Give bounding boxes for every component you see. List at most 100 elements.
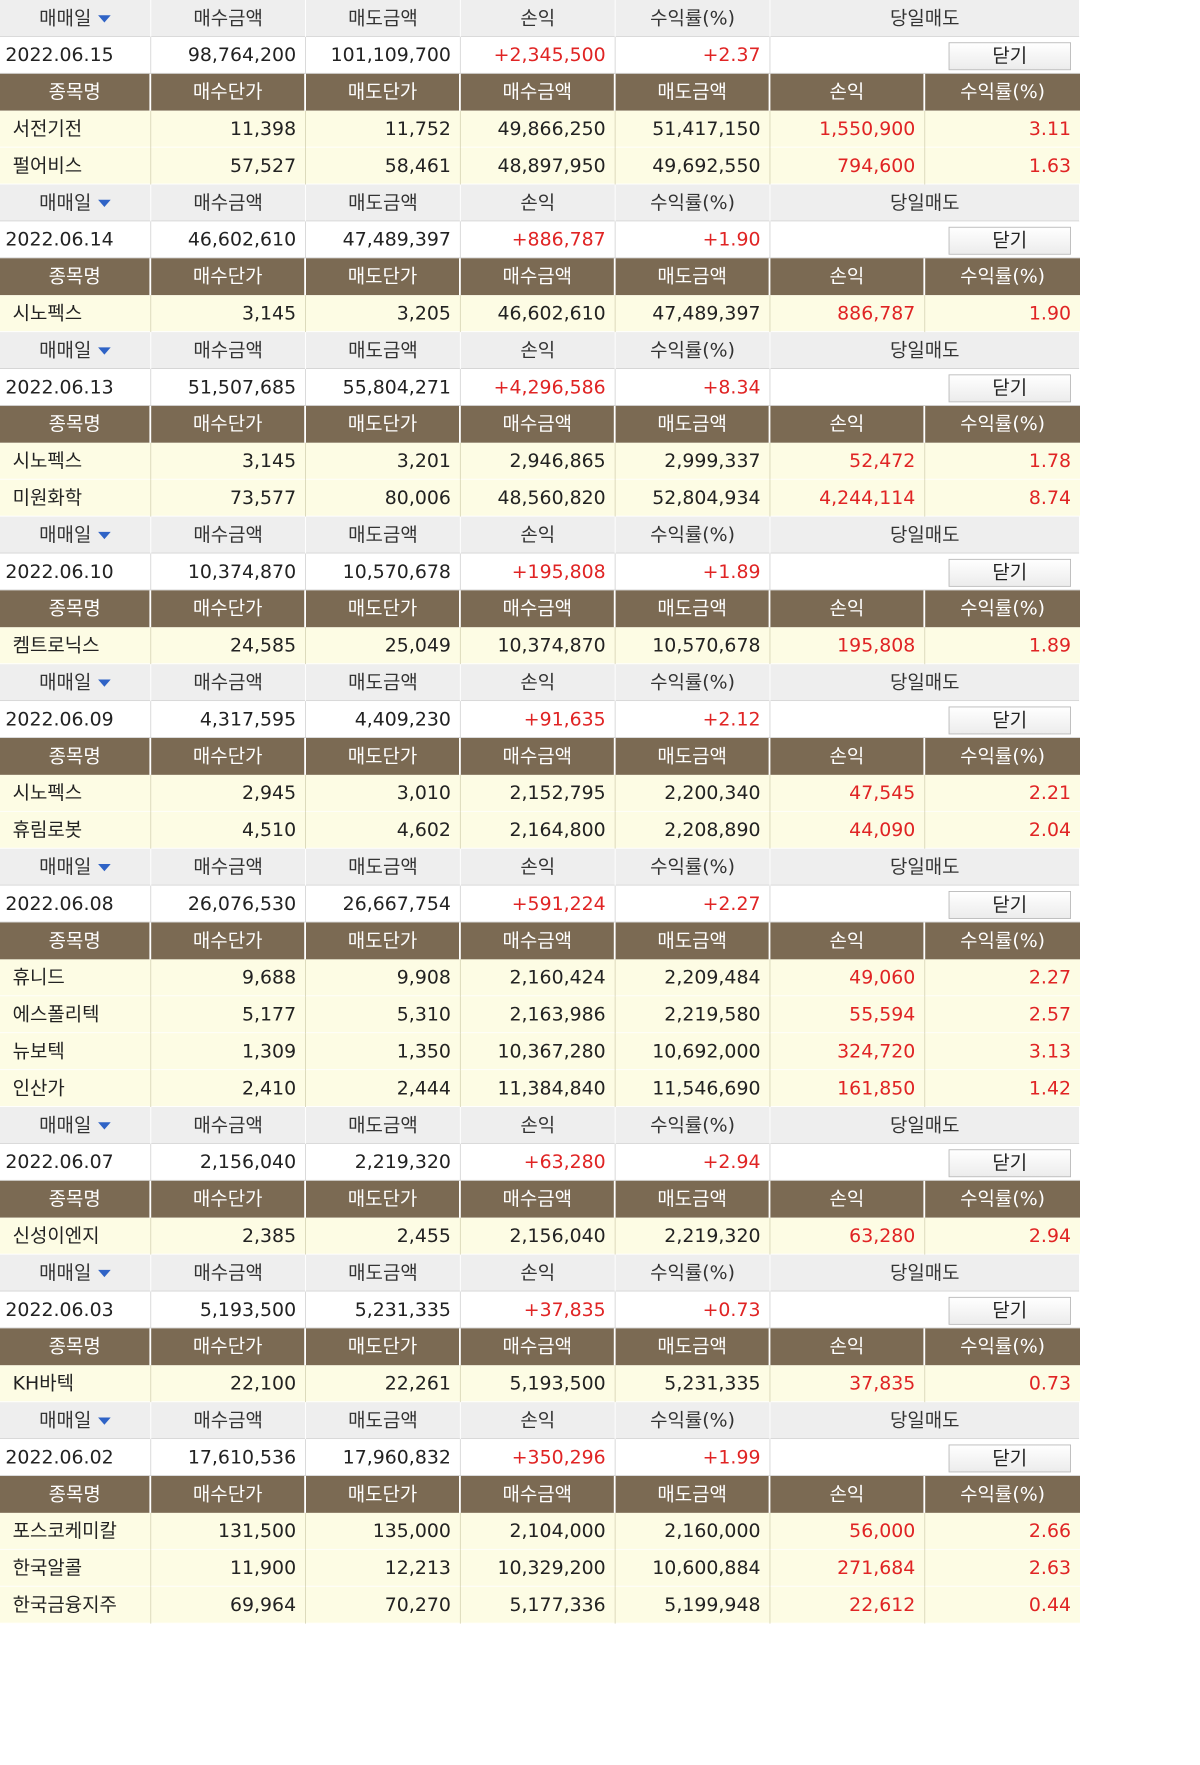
day-rate: +2.27 [616,885,771,923]
buy-amount-header: 매수금액 [151,1254,306,1292]
chevron-down-icon[interactable] [98,1122,112,1130]
item-header-pnl: 손익 [770,738,926,775]
chevron-down-icon[interactable] [98,199,112,207]
item-header-rate: 수익률(%) [960,1188,1046,1210]
stock-sell-price: 58,461 [306,147,461,185]
date-sort-header[interactable]: 매매일 [0,0,152,37]
same-day-sell-header: 당일매도 [770,848,1080,886]
rate-header: 수익률(%) [616,184,771,222]
chevron-down-icon[interactable] [98,15,112,23]
stock-buy-amount: 10,367,280 [461,1033,616,1071]
stock-row[interactable]: 휴니드 9,688 9,908 2,160,424 2,209,484 49,060 2.2… [0,959,1080,997]
same-day-sell-header: 당일매도 [770,1402,1080,1440]
item-header-name: 종목명 [0,922,152,960]
close-button[interactable]: 닫기 [948,890,1071,919]
chevron-down-icon[interactable] [98,864,112,872]
item-header-name: 종목명 [0,1328,152,1366]
stock-row[interactable]: 시노펙스 2,945 3,010 2,152,795 2,200,340 47,545 2.… [0,774,1080,812]
stock-name: 한국알콜 [0,1549,152,1587]
sell-amount-header: 매도금액 [306,516,461,554]
date-sort-header[interactable]: 매매일 [0,848,152,886]
close-button-cell: 닫기 [770,37,1080,74]
chevron-down-icon[interactable] [98,1269,112,1278]
date-sort-header[interactable]: 매매일 [0,516,152,554]
stock-row[interactable]: 신성이엔지 2,385 2,455 2,156,040 2,219,320 63,280 2… [0,1217,1080,1255]
stock-row[interactable]: 미원화학 73,577 80,006 48,560,820 52,804,934 4,24… [0,479,1080,517]
close-button[interactable]: 닫기 [948,373,1071,402]
stock-row[interactable]: 휴림로봇 4,510 4,602 2,164,800 2,208,890 44,090 2.… [0,811,1080,849]
chevron-down-icon[interactable] [98,531,112,540]
stock-buy-price: 22,100 [151,1365,306,1403]
date-sort-header[interactable]: 매매일 [0,1402,152,1440]
item-header-buy-price: 매수단가 [151,738,306,775]
close-button-cell: 닫기 [770,221,1080,258]
same-day-sell-header: 당일매도 [770,664,1080,702]
day-header-row: 매매일 매수금액 매도금액 손익 수익률(%) 당일매도 [0,516,1080,554]
stock-row[interactable]: 한국금융지주 69,964 70,270 5,177,336 5,199,948 22,6… [0,1586,1080,1624]
stock-row[interactable]: 포스코케미칼 131,500 135,000 2,104,000 2,160,000 56… [0,1512,1080,1550]
close-button-cell: 닫기 [770,701,1080,738]
buy-amount-header: 매수금액 [151,184,306,222]
day-buy-amount: 2,156,040 [151,1143,306,1181]
stock-row[interactable]: 시노펙스 3,145 3,205 46,602,610 47,489,397 886,78… [0,295,1080,333]
date-sort-header[interactable]: 매매일 [0,1254,152,1292]
same-day-sell-header: 당일매도 [770,332,1080,369]
stock-sell-amount: 10,692,000 [616,1033,771,1071]
item-header-sell-amount: 매도금액 [616,922,771,960]
stock-buy-price: 11,398 [151,110,306,148]
item-header-buy-amount: 매수금액 [461,1180,616,1218]
trade-day-group: 매매일 매수금액 매도금액 손익 수익률(%) 당일매도 2022.06.09 4,317,5… [0,664,1080,849]
item-header-rate: 수익률(%) [960,745,1046,767]
stock-name: 시노펙스 [0,442,152,480]
close-button[interactable]: 닫기 [948,1148,1071,1177]
stock-sell-amount: 2,160,000 [616,1512,771,1550]
stock-rate: 1.89 [1028,634,1071,657]
stock-rate: 2.66 [1028,1520,1071,1542]
stock-row[interactable]: 켐트로닉스 24,585 25,049 10,374,870 10,570,678 195… [0,627,1080,665]
item-header-pnl: 손익 [770,73,926,111]
stock-buy-amount: 2,152,795 [461,774,616,812]
date-sort-header[interactable]: 매매일 [0,184,152,222]
item-header-row: 종목명 매수단가 매도단가 매수금액 매도금액 손익 수익률(%) [0,1328,1080,1366]
stock-buy-amount: 48,560,820 [461,479,616,517]
stock-pnl: 49,060 [770,959,926,997]
close-button[interactable]: 닫기 [948,1296,1071,1325]
stock-buy-amount: 48,897,950 [461,147,616,185]
stock-pnl: 324,720 [770,1033,926,1071]
stock-buy-amount: 10,329,200 [461,1549,616,1587]
same-day-sell-header: 당일매도 [770,184,1080,222]
stock-row[interactable]: 뉴보텍 1,309 1,350 10,367,280 10,692,000 324,720… [0,1033,1080,1071]
close-button[interactable]: 닫기 [948,706,1071,734]
stock-row[interactable]: 에스폴리텍 5,177 5,310 2,163,986 2,219,580 55,594 2… [0,996,1080,1034]
stock-sell-price: 4,602 [306,811,461,849]
stock-rate: 1.90 [1028,302,1071,324]
date-sort-header[interactable]: 매매일 [0,664,152,702]
date-sort-header[interactable]: 매매일 [0,332,152,369]
chevron-down-icon[interactable] [98,1417,112,1425]
stock-row[interactable]: 서전기전 11,398 11,752 49,866,250 51,417,150 1,55… [0,110,1080,148]
date-sort-header[interactable]: 매매일 [0,1107,152,1144]
item-header-rate: 수익률(%) [960,265,1046,288]
stock-row[interactable]: 한국알콜 11,900 12,213 10,329,200 10,600,884 271,… [0,1549,1080,1587]
close-button[interactable]: 닫기 [948,1444,1071,1472]
stock-rate: 1.42 [1028,1077,1071,1099]
stock-sell-price: 9,908 [306,959,461,997]
close-button[interactable]: 닫기 [948,558,1071,587]
trade-day-group: 매매일 매수금액 매도금액 손익 수익률(%) 당일매도 2022.06.15 98,764,… [0,0,1080,185]
stock-row[interactable]: 시노펙스 3,145 3,201 2,946,865 2,999,337 52,472 1.… [0,442,1080,480]
rate-header: 수익률(%) [616,1254,771,1292]
close-button[interactable]: 닫기 [948,41,1071,70]
stock-pnl: 55,594 [770,996,926,1034]
same-day-sell-header: 당일매도 [770,1254,1080,1292]
stock-buy-amount: 2,156,040 [461,1217,616,1255]
stock-buy-price: 24,585 [151,627,306,665]
stock-sell-price: 1,350 [306,1033,461,1071]
item-header-name: 종목명 [0,1476,152,1513]
chevron-down-icon[interactable] [98,347,112,355]
item-header-sell-price: 매도단가 [306,1476,461,1513]
stock-row[interactable]: 펄어비스 57,527 58,461 48,897,950 49,692,550 794,… [0,147,1080,185]
stock-row[interactable]: 인산가 2,410 2,444 11,384,840 11,546,690 161,850… [0,1070,1080,1107]
chevron-down-icon[interactable] [98,679,112,687]
close-button[interactable]: 닫기 [948,226,1071,255]
stock-row[interactable]: KH바텍 22,100 22,261 5,193,500 5,231,335 37,835… [0,1365,1080,1403]
